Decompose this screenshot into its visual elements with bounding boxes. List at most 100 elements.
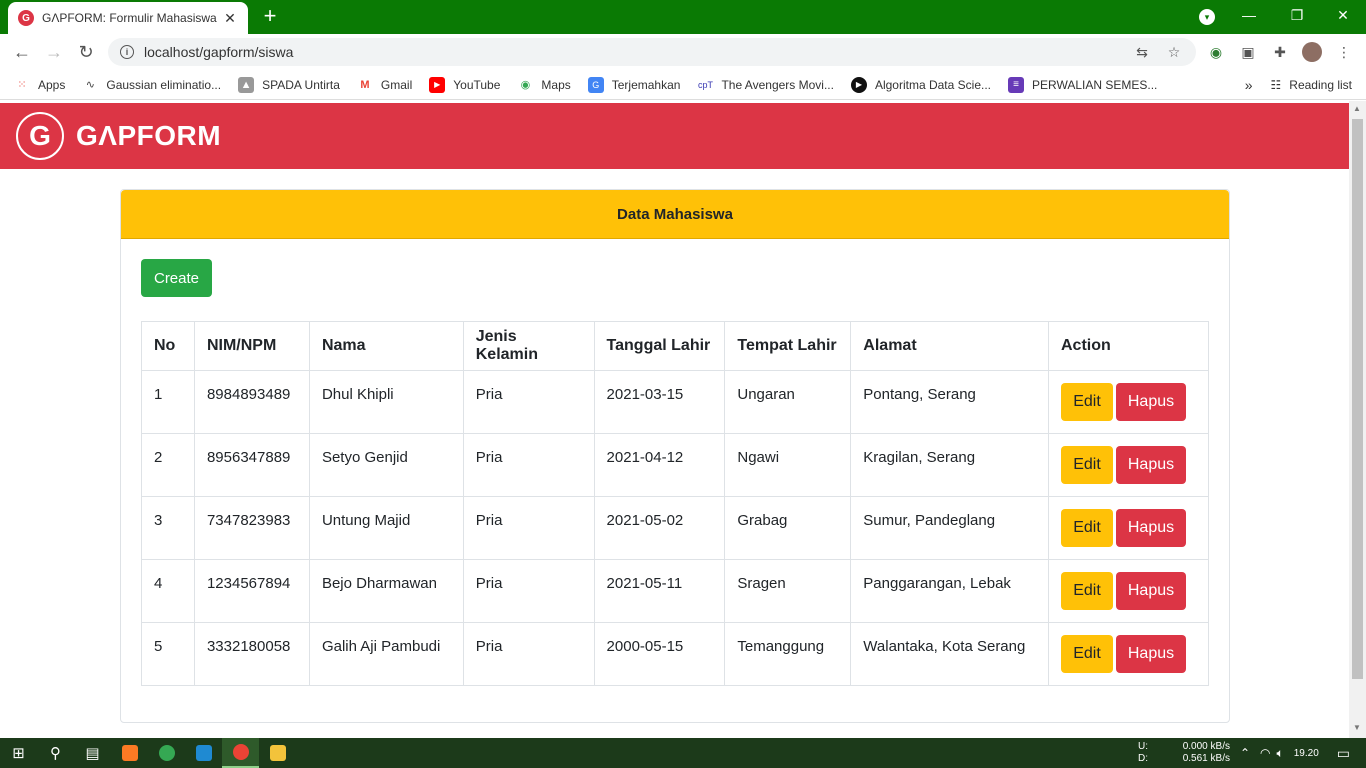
cell-tempat-lahir: Sragen: [724, 559, 852, 623]
cell-nama: Setyo Genjid: [308, 433, 464, 497]
scroll-down-icon[interactable]: ▼: [1353, 723, 1362, 732]
cell-tempat-lahir: Grabag: [724, 496, 852, 560]
col-alamat: Alamat: [850, 321, 1049, 371]
cell-jenis-kelamin: Pria: [462, 496, 595, 560]
restore-button[interactable]: ❐: [1274, 0, 1320, 30]
cell-alamat: Sumur, Pandeglang: [850, 496, 1049, 560]
table-row: 3 7347823983 Untung Majid Pria 2021-05-0…: [141, 496, 1209, 560]
col-nim: NIM/NPM: [193, 321, 310, 371]
bookmark-apps[interactable]: ⁙ Apps: [14, 77, 65, 93]
edit-button[interactable]: Edit: [1061, 446, 1113, 484]
minimize-button[interactable]: —: [1226, 0, 1272, 30]
address-bar[interactable]: i localhost/gapform/siswa ⇆ ☆: [108, 38, 1196, 66]
extensions-puzzle-icon[interactable]: ✚: [1270, 42, 1290, 62]
bookmark-spada[interactable]: ▲ SPADA Untirta: [238, 76, 340, 93]
edit-button[interactable]: Edit: [1061, 383, 1113, 421]
clock-time[interactable]: 19.20: [1294, 748, 1319, 759]
back-arrow-icon[interactable]: ←: [10, 40, 34, 64]
students-table: No NIM/NPM Nama Jenis Kelamin Tanggal La…: [141, 321, 1209, 686]
cell-jenis-kelamin: Pria: [462, 433, 595, 497]
tab-close-icon[interactable]: ✕: [222, 10, 238, 27]
wifi-icon[interactable]: ◠: [1260, 746, 1270, 760]
reading-list-button[interactable]: Reading list: [1289, 78, 1352, 92]
bookmark-algoritma[interactable]: ▶ Algoritma Data Scie...: [850, 76, 991, 93]
cell-tanggal-lahir: 2021-03-15: [593, 370, 726, 434]
edge-app-icon[interactable]: [148, 738, 185, 768]
extension-globe-icon[interactable]: ◉: [1206, 42, 1226, 62]
table-row: 1 8984893489 Dhul Khipli Pria 2021-03-15…: [141, 370, 1209, 434]
extension-doc-icon[interactable]: ▣: [1238, 42, 1258, 62]
cell-tanggal-lahir: 2021-04-12: [593, 433, 726, 497]
file-explorer-app-icon[interactable]: [259, 738, 296, 768]
xampp-app-icon[interactable]: [111, 738, 148, 768]
bookmark-avengers[interactable]: cpT The Avengers Movi...: [697, 77, 834, 93]
browser-toolbar: ← → ↻ i localhost/gapform/siswa ⇆ ☆ ◉ ▣ …: [0, 34, 1366, 70]
edit-button[interactable]: Edit: [1061, 509, 1113, 547]
delete-button[interactable]: Hapus: [1116, 509, 1186, 547]
bookmark-label: The Avengers Movi...: [721, 77, 834, 92]
cell-alamat: Walantaka, Kota Serang: [850, 622, 1049, 686]
bookmark-label: YouTube: [453, 77, 501, 92]
page-scrollbar[interactable]: ▲ ▼: [1349, 101, 1366, 738]
bookmark-label: Algoritma Data Scie...: [874, 77, 991, 92]
cell-nim: 8956347889: [193, 433, 310, 497]
vscode-app-icon[interactable]: [185, 738, 222, 768]
brand-name[interactable]: GΛPFORM: [76, 120, 221, 152]
reload-icon[interactable]: ↻: [74, 40, 98, 64]
more-bookmarks-icon[interactable]: »: [1245, 77, 1253, 93]
profile-avatar[interactable]: [1302, 42, 1322, 62]
bookmark-translate[interactable]: G Terjemahkan: [587, 76, 680, 93]
chrome-app-icon[interactable]: [222, 738, 259, 768]
delete-button[interactable]: Hapus: [1116, 635, 1186, 673]
tray-chevron-icon[interactable]: ⌃: [1240, 746, 1250, 760]
table-row: 4 1234567894 Bejo Dharmawan Pria 2021-05…: [141, 559, 1209, 623]
search-icon[interactable]: ⚲: [37, 738, 74, 768]
delete-button[interactable]: Hapus: [1116, 572, 1186, 610]
apps-grid-icon: ⁙: [17, 79, 27, 91]
cell-tempat-lahir: Ngawi: [724, 433, 852, 497]
bookmark-youtube[interactable]: ▶ YouTube: [429, 76, 501, 93]
new-tab-button[interactable]: +: [258, 5, 282, 29]
col-tempat-lahir: Tempat Lahir: [724, 321, 852, 371]
tab-title: GΛPFORM: Formulir Mahasiswa: [42, 11, 217, 25]
forms-icon: ≡: [1008, 76, 1024, 93]
edit-button[interactable]: Edit: [1061, 572, 1113, 610]
bookmark-star-icon[interactable]: ☆: [1164, 42, 1184, 62]
cell-action: Edit Hapus: [1048, 622, 1209, 686]
col-action: Action: [1048, 321, 1209, 371]
close-window-button[interactable]: ✕: [1320, 0, 1366, 30]
table-header-row: No NIM/NPM Nama Jenis Kelamin Tanggal La…: [141, 321, 1209, 371]
menu-kebab-icon[interactable]: ⋮: [1334, 42, 1354, 62]
forward-arrow-icon[interactable]: →: [42, 40, 66, 64]
cell-tanggal-lahir: 2021-05-02: [593, 496, 726, 560]
tab-search-icon[interactable]: ▾: [1199, 9, 1215, 25]
scroll-thumb[interactable]: [1352, 119, 1363, 679]
reading-list-icon[interactable]: ☷: [1271, 78, 1282, 92]
notification-icon[interactable]: ▭: [1337, 745, 1350, 762]
page-viewport: G GΛPFORM Data Mahasiswa Create No NIM/N…: [0, 101, 1349, 738]
translate-page-icon[interactable]: ⇆: [1132, 42, 1152, 62]
bookmark-gmail[interactable]: M Gmail: [357, 77, 412, 93]
translate-icon: G: [587, 76, 604, 93]
browser-tab[interactable]: G GΛPFORM: Formulir Mahasiswa ✕: [8, 2, 248, 34]
create-button[interactable]: Create: [141, 259, 212, 297]
bookmark-perwalian[interactable]: ≡ PERWALIAN SEMES...: [1008, 76, 1157, 93]
windows-start-icon[interactable]: ⊞: [0, 738, 37, 768]
bookmark-gaussian[interactable]: ∿ Gaussian eliminatio...: [82, 77, 221, 93]
site-info-icon[interactable]: i: [120, 45, 134, 59]
bookmark-maps[interactable]: ◉ Maps: [517, 77, 571, 93]
algoritma-icon: ▶: [850, 76, 867, 93]
gmail-icon: M: [360, 78, 370, 91]
delete-button[interactable]: Hapus: [1116, 446, 1186, 484]
edit-button[interactable]: Edit: [1061, 635, 1113, 673]
cell-action: Edit Hapus: [1048, 559, 1209, 623]
cell-action: Edit Hapus: [1048, 496, 1209, 560]
task-view-icon[interactable]: ▤: [74, 738, 111, 768]
card-title: Data Mahasiswa: [121, 190, 1229, 239]
brand-logo-icon[interactable]: G: [16, 112, 64, 160]
address-url[interactable]: localhost/gapform/siswa: [144, 44, 1132, 60]
volume-icon[interactable]: 🔈︎: [1277, 746, 1284, 761]
cell-jenis-kelamin: Pria: [462, 622, 595, 686]
delete-button[interactable]: Hapus: [1116, 383, 1186, 421]
scroll-up-icon[interactable]: ▲: [1353, 104, 1362, 113]
